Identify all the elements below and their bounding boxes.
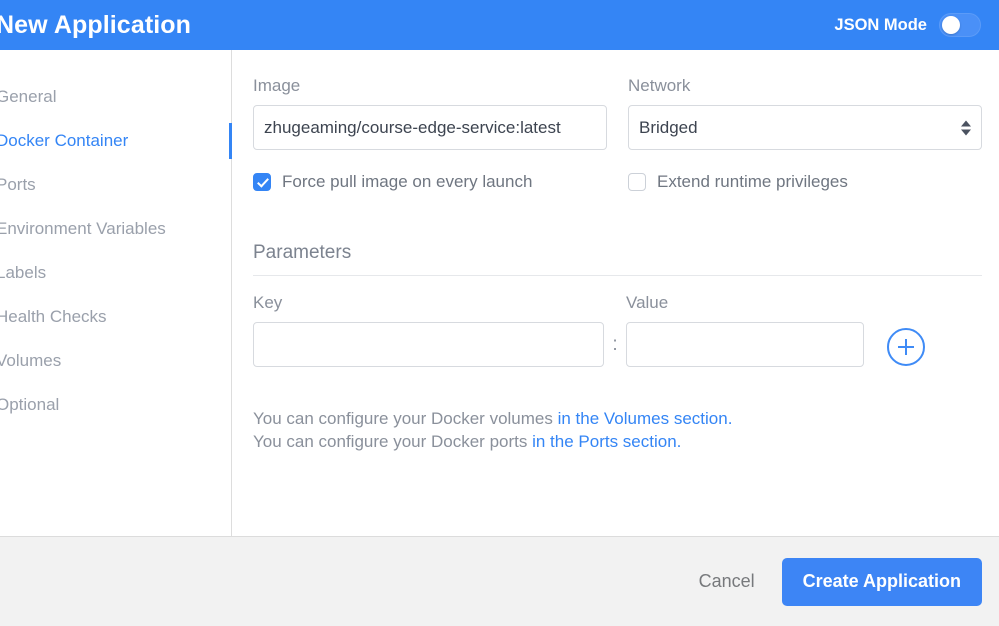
plus-icon[interactable] [887, 328, 925, 366]
sidebar: General Docker Container Ports Environme… [0, 50, 232, 536]
create-application-button[interactable]: Create Application [781, 557, 982, 606]
parameters-headers: Key Value [253, 293, 982, 322]
sidebar-item-volumes[interactable]: Volumes [0, 339, 231, 383]
help-line-volumes: You can configure your Docker volumes in… [253, 408, 982, 431]
sidebar-item-health-checks[interactable]: Health Checks [0, 295, 231, 339]
parameter-key-input[interactable] [253, 322, 604, 367]
extend-privileges-checkbox[interactable] [628, 173, 646, 191]
help-ports-prefix: You can configure your Docker ports [253, 431, 533, 451]
image-field-group: Image [253, 76, 607, 150]
value-label: Value [626, 293, 669, 312]
key-value-separator: : [612, 334, 618, 355]
force-pull-checkbox[interactable] [253, 173, 271, 191]
volumes-section-link[interactable]: in the Volumes section. [558, 409, 733, 428]
network-select[interactable]: Bridged [628, 105, 982, 150]
help-volumes-prefix: You can configure your Docker volumes [253, 409, 558, 428]
help-text: You can configure your Docker volumes in… [253, 408, 982, 454]
dialog-footer: Cancel Create Application [0, 537, 999, 626]
force-pull-checkbox-item[interactable]: Force pull image on every launch [253, 172, 607, 192]
json-mode-label: JSON Mode [834, 15, 927, 34]
header-actions: JSON Mode [834, 13, 981, 37]
sidebar-item-label: Docker Container [0, 131, 129, 150]
sidebar-item-label: Ports [0, 175, 36, 194]
parameters-section-title: Parameters [253, 242, 982, 276]
parameter-value-input[interactable] [626, 322, 864, 367]
sidebar-item-environment-variables[interactable]: Environment Variables [0, 207, 231, 251]
sidebar-item-label: Optional [0, 395, 60, 414]
extend-privileges-checkbox-item[interactable]: Extend runtime privileges [628, 172, 982, 192]
cancel-button[interactable]: Cancel [695, 565, 759, 598]
extend-privileges-col: Extend runtime privileges [628, 172, 982, 192]
key-label: Key [253, 293, 283, 312]
extend-privileges-label: Extend runtime privileges [657, 172, 848, 191]
sidebar-item-ports[interactable]: Ports [0, 163, 231, 207]
page-title: New Application [0, 11, 192, 39]
image-input[interactable] [253, 105, 607, 150]
add-parameter-wrap [887, 328, 925, 366]
sidebar-item-label: Health Checks [0, 307, 107, 326]
sidebar-item-optional[interactable]: Optional [0, 383, 231, 427]
network-select-wrap: Bridged [628, 105, 982, 150]
force-pull-label: Force pull image on every launch [282, 172, 533, 191]
key-col [253, 322, 604, 367]
dialog-body: General Docker Container Ports Environme… [0, 50, 999, 537]
toggle-knob-icon [942, 16, 960, 34]
sidebar-item-general[interactable]: General [0, 75, 231, 119]
force-pull-col: Force pull image on every launch [253, 172, 607, 192]
help-line-ports: You can configure your Docker ports in t… [253, 431, 982, 454]
sidebar-item-label: Environment Variables [0, 219, 166, 238]
docker-container-panel: Image Network Bridged [232, 50, 999, 536]
ports-section-link[interactable]: in the Ports section. [532, 432, 681, 451]
sidebar-item-label: Labels [0, 263, 47, 282]
network-field-group: Network Bridged [628, 76, 982, 150]
json-mode-toggle[interactable] [939, 13, 981, 37]
value-col [626, 322, 864, 367]
sidebar-item-label: General [0, 87, 57, 106]
sidebar-item-docker-container[interactable]: Docker Container [0, 119, 232, 163]
dialog-header: New Application JSON Mode [0, 0, 999, 50]
parameter-row: : [253, 322, 982, 367]
new-application-dialog: New Application JSON Mode General Docker… [0, 0, 999, 626]
image-label: Image [253, 76, 301, 95]
network-label: Network [628, 76, 691, 95]
sidebar-item-labels[interactable]: Labels [0, 251, 231, 295]
image-network-row: Image Network Bridged [253, 76, 982, 150]
sidebar-item-label: Volumes [0, 351, 62, 370]
options-row: Force pull image on every launch Extend … [253, 172, 982, 192]
